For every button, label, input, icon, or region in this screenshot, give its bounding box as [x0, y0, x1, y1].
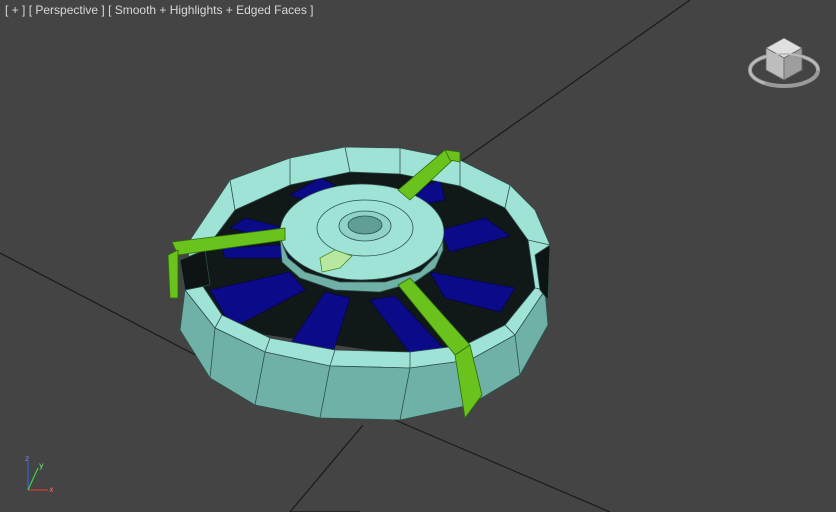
shading-mode-button[interactable]: [ Smooth + Highlights + Edged Faces ]: [108, 3, 313, 17]
viewport-label: [ + ] [ Perspective ] [ Smooth + Highlig…: [5, 3, 314, 17]
perspective-viewport[interactable]: [ + ] [ Perspective ] [ Smooth + Highlig…: [0, 0, 836, 512]
scene-view[interactable]: [0, 0, 836, 512]
axis-x-label: x: [49, 485, 54, 494]
viewport-menu-button[interactable]: [ + ]: [5, 3, 25, 17]
axis-tripod-icon: z y x: [25, 454, 54, 494]
view-type-button[interactable]: [ Perspective ]: [29, 3, 105, 17]
axis-z-label: z: [25, 454, 29, 463]
axis-y-label: y: [39, 461, 44, 470]
viewcube-icon[interactable]: [744, 30, 824, 96]
hub: [279, 183, 445, 293]
